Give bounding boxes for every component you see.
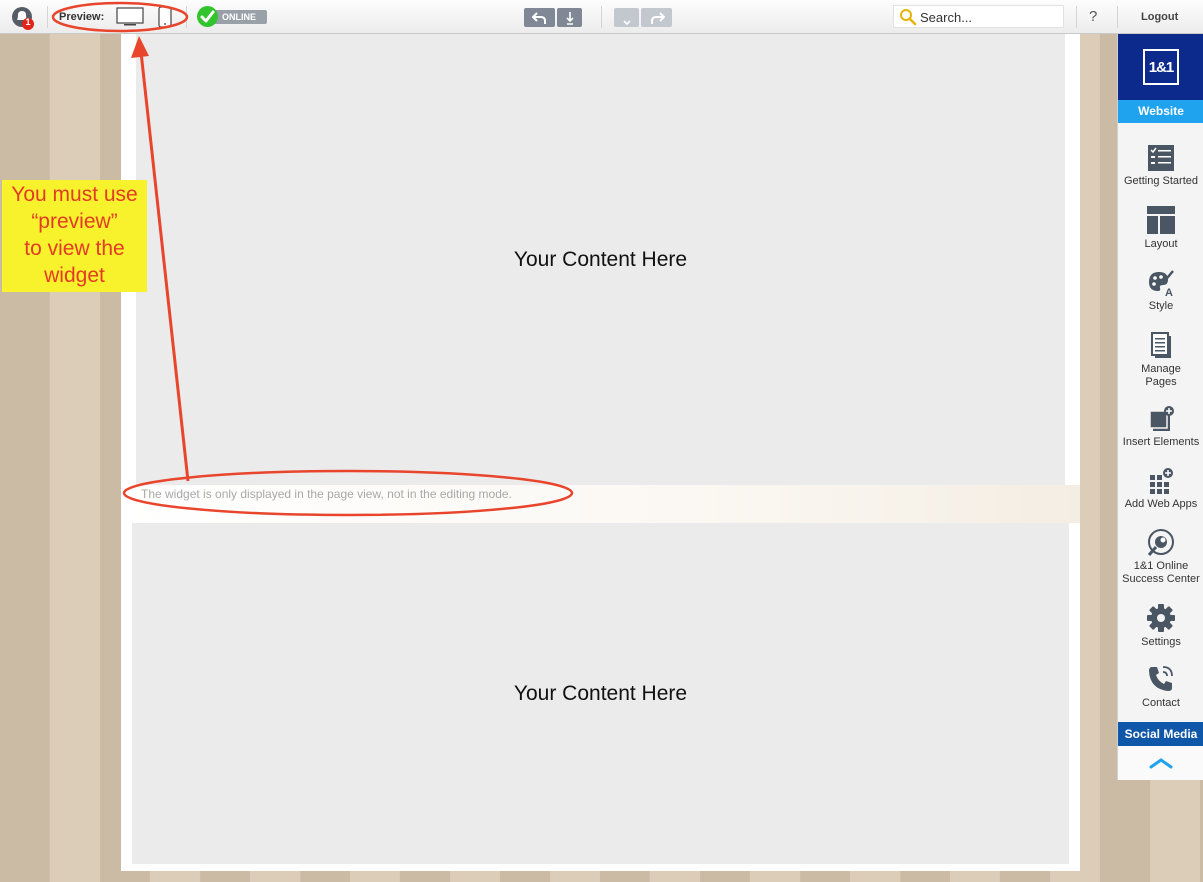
sidebar-item-getting-started[interactable]: Getting Started xyxy=(1118,144,1203,188)
sidebar-collapse-button[interactable] xyxy=(1118,746,1203,780)
sidebar-item-label: Add Web Apps xyxy=(1124,498,1198,510)
sidebar-item-success-center[interactable]: 1&1 Online Success Center xyxy=(1118,528,1203,586)
content-placeholder-text: Your Content Here xyxy=(513,681,688,705)
undo-save-group xyxy=(524,8,582,27)
svg-text:A: A xyxy=(1165,287,1173,297)
download-redo-group xyxy=(614,8,672,27)
right-sidebar: 1&1 Website Getting Started Layout A Sty… xyxy=(1117,34,1203,780)
tab-website[interactable]: Website xyxy=(1118,100,1203,123)
search-icon xyxy=(900,9,917,26)
online-status-badge[interactable]: ONLINE xyxy=(197,6,267,27)
search-input[interactable] xyxy=(920,9,1060,25)
pages-icon xyxy=(1151,332,1171,358)
save-button[interactable] xyxy=(557,8,582,27)
annotation-line: widget xyxy=(44,264,105,287)
content-placeholder-2[interactable]: Your Content Here xyxy=(132,523,1069,864)
sidebar-item-label: Insert Elements xyxy=(1122,436,1200,448)
download-button[interactable] xyxy=(614,8,639,27)
online-check-circle xyxy=(197,6,218,27)
sidebar-item-label: Getting Started xyxy=(1124,175,1198,187)
toolbar-divider xyxy=(47,6,48,28)
annotation-line: to view the xyxy=(24,237,125,260)
toolbar-divider xyxy=(1076,6,1077,28)
apps-grid-icon xyxy=(1150,468,1173,494)
sidebar-item-style[interactable]: A Style xyxy=(1118,269,1203,313)
sidebar-item-label: Settings xyxy=(1141,636,1181,648)
mobile-phone-icon xyxy=(158,6,172,28)
sidebar-item-add-web-apps[interactable]: Add Web Apps xyxy=(1118,467,1203,511)
redo-button[interactable] xyxy=(641,8,672,27)
content-placeholder-text: Your Content Here xyxy=(513,247,688,271)
sidebar-item-label: Style xyxy=(1148,300,1174,312)
phone-icon xyxy=(1149,666,1173,691)
toolbar-divider xyxy=(186,6,187,28)
preview-label: Preview: xyxy=(59,11,105,23)
page-canvas: Your Content Here The widget is only dis… xyxy=(121,34,1080,871)
sidebar-item-label: Manage xyxy=(1141,363,1181,375)
bell-icon xyxy=(12,7,34,30)
gear-icon xyxy=(1147,604,1175,632)
sidebar-item-settings[interactable]: Settings xyxy=(1118,603,1203,649)
notifications-button[interactable]: 1 xyxy=(11,6,35,30)
search-box xyxy=(893,5,1064,28)
brand-header: 1&1 xyxy=(1118,34,1203,100)
redo-arrow-icon xyxy=(650,11,665,24)
checkmark-icon xyxy=(200,10,215,23)
sidebar-item-contact[interactable]: Contact xyxy=(1118,664,1203,710)
save-arrow-icon xyxy=(565,11,574,25)
logout-button[interactable]: Logout xyxy=(1141,11,1178,23)
top-toolbar: 1 Preview: ONLINE Search... ? Logout xyxy=(0,0,1203,34)
sidebar-item-label: Pages xyxy=(1145,376,1177,388)
online-label: ONLINE xyxy=(210,10,267,24)
sidebar-item-label: Layout xyxy=(1144,238,1178,250)
toolbar-divider xyxy=(601,6,602,28)
annotation-callout: You must use “preview” to view the widge… xyxy=(2,180,147,292)
sidebar-item-manage-pages[interactable]: Manage Pages xyxy=(1118,330,1203,389)
sidebar-item-label: Success Center xyxy=(1122,573,1200,585)
insert-elements-icon xyxy=(1149,406,1174,431)
layout-icon xyxy=(1147,206,1175,234)
sidebar-item-label: 1&1 Online xyxy=(1133,560,1189,572)
widget-note: The widget is only displayed in the page… xyxy=(141,487,512,501)
brand-logo: 1&1 xyxy=(1143,49,1179,85)
download-arrow-icon xyxy=(622,19,631,25)
checklist-icon xyxy=(1148,145,1174,171)
sidebar-item-insert-elements[interactable]: Insert Elements xyxy=(1118,405,1203,449)
palette-icon: A xyxy=(1149,270,1174,297)
desktop-preview-button[interactable] xyxy=(115,7,145,27)
mobile-preview-button[interactable] xyxy=(157,6,173,28)
desktop-monitor-icon xyxy=(116,7,144,26)
annotation-line: You must use xyxy=(11,183,138,206)
undo-button[interactable] xyxy=(524,8,555,27)
help-button[interactable]: ? xyxy=(1089,8,1097,25)
success-center-icon xyxy=(1147,529,1174,556)
sidebar-item-layout[interactable]: Layout xyxy=(1118,205,1203,251)
tab-social-media[interactable]: Social Media xyxy=(1118,722,1203,746)
toolbar-divider xyxy=(1117,6,1118,28)
annotation-line: “preview” xyxy=(31,210,118,233)
undo-arrow-icon xyxy=(531,11,546,24)
content-placeholder-1[interactable]: Your Content Here xyxy=(136,34,1065,485)
chevron-up-icon xyxy=(1149,758,1173,769)
sidebar-item-label: Contact xyxy=(1142,697,1180,709)
notification-count: 1 xyxy=(25,17,31,27)
